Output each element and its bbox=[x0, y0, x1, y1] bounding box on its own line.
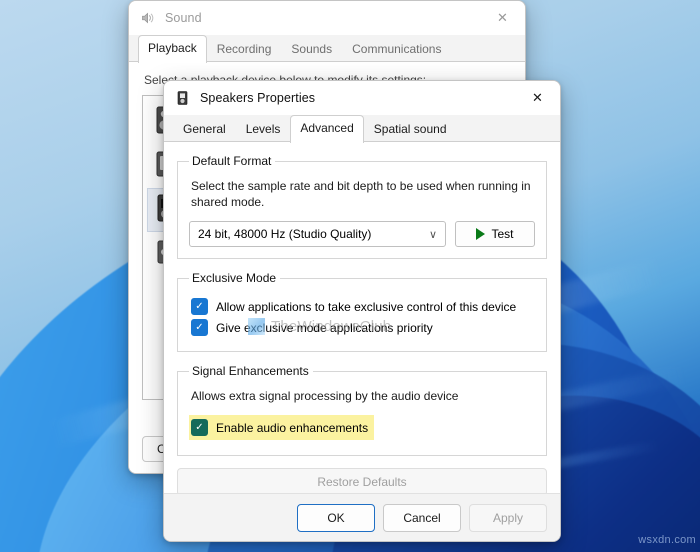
checkbox-checked-icon[interactable]: ✓ bbox=[191, 298, 208, 315]
checkbox-checked-icon[interactable]: ✓ bbox=[191, 419, 208, 436]
tab-spatial-sound[interactable]: Spatial sound bbox=[364, 116, 457, 143]
sound-title: Sound bbox=[165, 11, 202, 25]
restore-defaults-button[interactable]: Restore Defaults bbox=[177, 468, 547, 496]
properties-tabstrip[interactable]: GeneralLevelsAdvancedSpatial sound bbox=[164, 115, 560, 142]
exclusive-priority-checkbox-row[interactable]: ✓ Give exclusive mode applications prior… bbox=[191, 319, 535, 336]
signal-enhancements-legend: Signal Enhancements bbox=[189, 364, 313, 378]
allow-exclusive-control-label: Allow applications to take exclusive con… bbox=[216, 299, 516, 315]
sample-rate-dropdown[interactable]: 24 bit, 48000 Hz (Studio Quality) ∨ bbox=[189, 221, 446, 247]
exclusive-mode-group: Exclusive Mode ✓ Allow applications to t… bbox=[177, 271, 547, 352]
chevron-down-icon: ∨ bbox=[429, 228, 437, 241]
checkbox-checked-icon[interactable]: ✓ bbox=[191, 319, 208, 336]
speaker-icon bbox=[140, 10, 156, 26]
signal-enhancements-description: Allows extra signal processing by the au… bbox=[191, 388, 535, 404]
speakers-properties-dialog[interactable]: Speakers Properties ✕ GeneralLevelsAdvan… bbox=[163, 80, 561, 542]
exclusive-priority-label: Give exclusive mode applications priorit… bbox=[216, 320, 433, 336]
properties-title: Speakers Properties bbox=[200, 91, 315, 105]
default-format-row: 24 bit, 48000 Hz (Studio Quality) ∨ Test bbox=[189, 221, 535, 247]
cancel-button[interactable]: Cancel bbox=[383, 504, 461, 532]
speaker-properties-icon bbox=[175, 90, 191, 106]
tab-sounds[interactable]: Sounds bbox=[281, 36, 342, 63]
default-format-legend: Default Format bbox=[189, 154, 275, 168]
sample-rate-value: 24 bit, 48000 Hz (Studio Quality) bbox=[198, 227, 371, 241]
close-icon[interactable]: ✕ bbox=[480, 1, 525, 35]
enable-audio-enhancements-checkbox-row[interactable]: ✓ Enable audio enhancements bbox=[189, 415, 374, 440]
tab-communications[interactable]: Communications bbox=[342, 36, 451, 63]
exclusive-mode-legend: Exclusive Mode bbox=[189, 271, 280, 285]
tab-general[interactable]: General bbox=[173, 116, 236, 143]
close-icon[interactable]: ✕ bbox=[515, 81, 560, 115]
ok-button[interactable]: OK bbox=[297, 504, 375, 532]
default-format-description: Select the sample rate and bit depth to … bbox=[191, 178, 535, 210]
enable-audio-enhancements-label: Enable audio enhancements bbox=[216, 420, 368, 436]
play-triangle-icon bbox=[476, 228, 485, 240]
tab-levels[interactable]: Levels bbox=[236, 116, 291, 143]
tab-recording[interactable]: Recording bbox=[207, 36, 282, 63]
advanced-tab-content: Default Format Select the sample rate an… bbox=[164, 142, 560, 541]
sound-tabstrip[interactable]: PlaybackRecordingSoundsCommunications bbox=[129, 35, 525, 62]
default-format-group: Default Format Select the sample rate an… bbox=[177, 154, 547, 259]
apply-button[interactable]: Apply bbox=[469, 504, 547, 532]
tab-playback[interactable]: Playback bbox=[138, 35, 207, 63]
allow-exclusive-control-checkbox-row[interactable]: ✓ Allow applications to take exclusive c… bbox=[191, 298, 535, 315]
sound-titlebar[interactable]: Sound ✕ bbox=[129, 1, 525, 35]
test-button-label: Test bbox=[491, 227, 513, 241]
test-button[interactable]: Test bbox=[455, 221, 535, 247]
properties-footer: OK Cancel Apply bbox=[164, 493, 560, 541]
tab-advanced[interactable]: Advanced bbox=[290, 115, 363, 143]
signal-enhancements-group: Signal Enhancements Allows extra signal … bbox=[177, 364, 547, 456]
restore-defaults-wrap: Restore Defaults bbox=[177, 468, 547, 496]
properties-titlebar[interactable]: Speakers Properties ✕ bbox=[164, 81, 560, 115]
